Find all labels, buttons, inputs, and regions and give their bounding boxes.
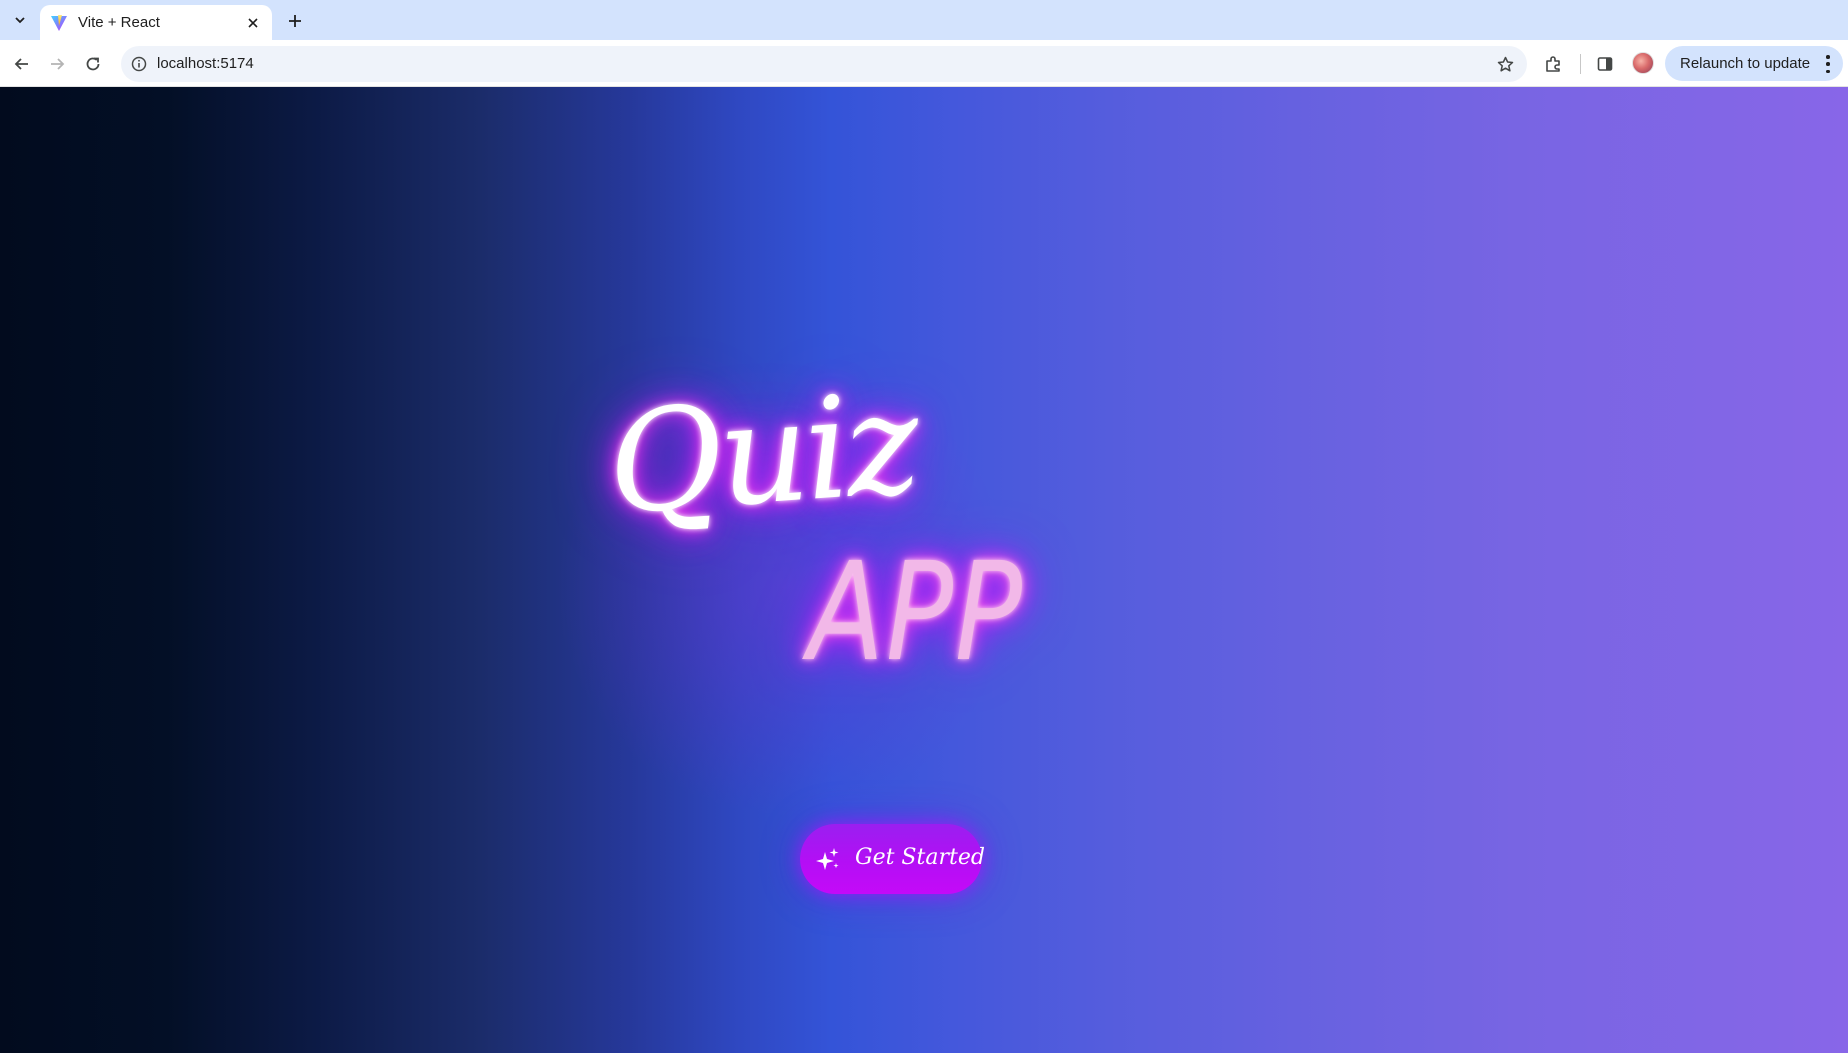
tab-strip: Vite + React bbox=[0, 0, 1848, 40]
extensions-icon[interactable] bbox=[1542, 53, 1564, 75]
forward-button[interactable] bbox=[44, 51, 70, 77]
tab-title: Vite + React bbox=[78, 14, 160, 31]
profile-avatar[interactable] bbox=[1632, 52, 1654, 74]
star-icon[interactable] bbox=[1495, 54, 1515, 74]
address-bar[interactable]: localhost:5174 bbox=[121, 46, 1527, 82]
relaunch-to-update-button[interactable]: Relaunch to update bbox=[1665, 46, 1843, 81]
page-viewport: Quiz APP Get Started bbox=[0, 87, 1848, 1053]
more-vert-icon bbox=[1825, 55, 1831, 73]
url-text[interactable]: localhost:5174 bbox=[157, 55, 254, 72]
toolbar-divider bbox=[1580, 54, 1581, 74]
title-app: APP bbox=[808, 534, 1024, 692]
chevron-down-icon bbox=[15, 17, 25, 24]
reload-button[interactable] bbox=[80, 51, 106, 77]
arrow-left-icon bbox=[14, 58, 28, 70]
get-started-button[interactable]: Get Started bbox=[800, 824, 985, 894]
browser-tab[interactable]: Vite + React bbox=[40, 5, 272, 40]
tab-search-button[interactable] bbox=[8, 8, 32, 32]
close-icon[interactable] bbox=[244, 14, 262, 32]
back-button[interactable] bbox=[9, 51, 35, 77]
arrow-right-icon bbox=[51, 58, 65, 70]
vite-logo-icon bbox=[51, 14, 67, 31]
new-tab-button[interactable] bbox=[282, 8, 308, 34]
browser-toolbar: localhost:5174 bbox=[0, 40, 1848, 87]
title-quiz: Quiz bbox=[602, 362, 921, 547]
get-started-label: Get Started bbox=[855, 845, 985, 870]
plus-icon bbox=[289, 15, 301, 27]
reload-icon bbox=[86, 57, 100, 71]
relaunch-label: Relaunch to update bbox=[1680, 55, 1811, 72]
sparkles-icon bbox=[816, 848, 839, 870]
info-icon[interactable] bbox=[129, 54, 149, 74]
side-panel-icon[interactable] bbox=[1594, 53, 1616, 75]
